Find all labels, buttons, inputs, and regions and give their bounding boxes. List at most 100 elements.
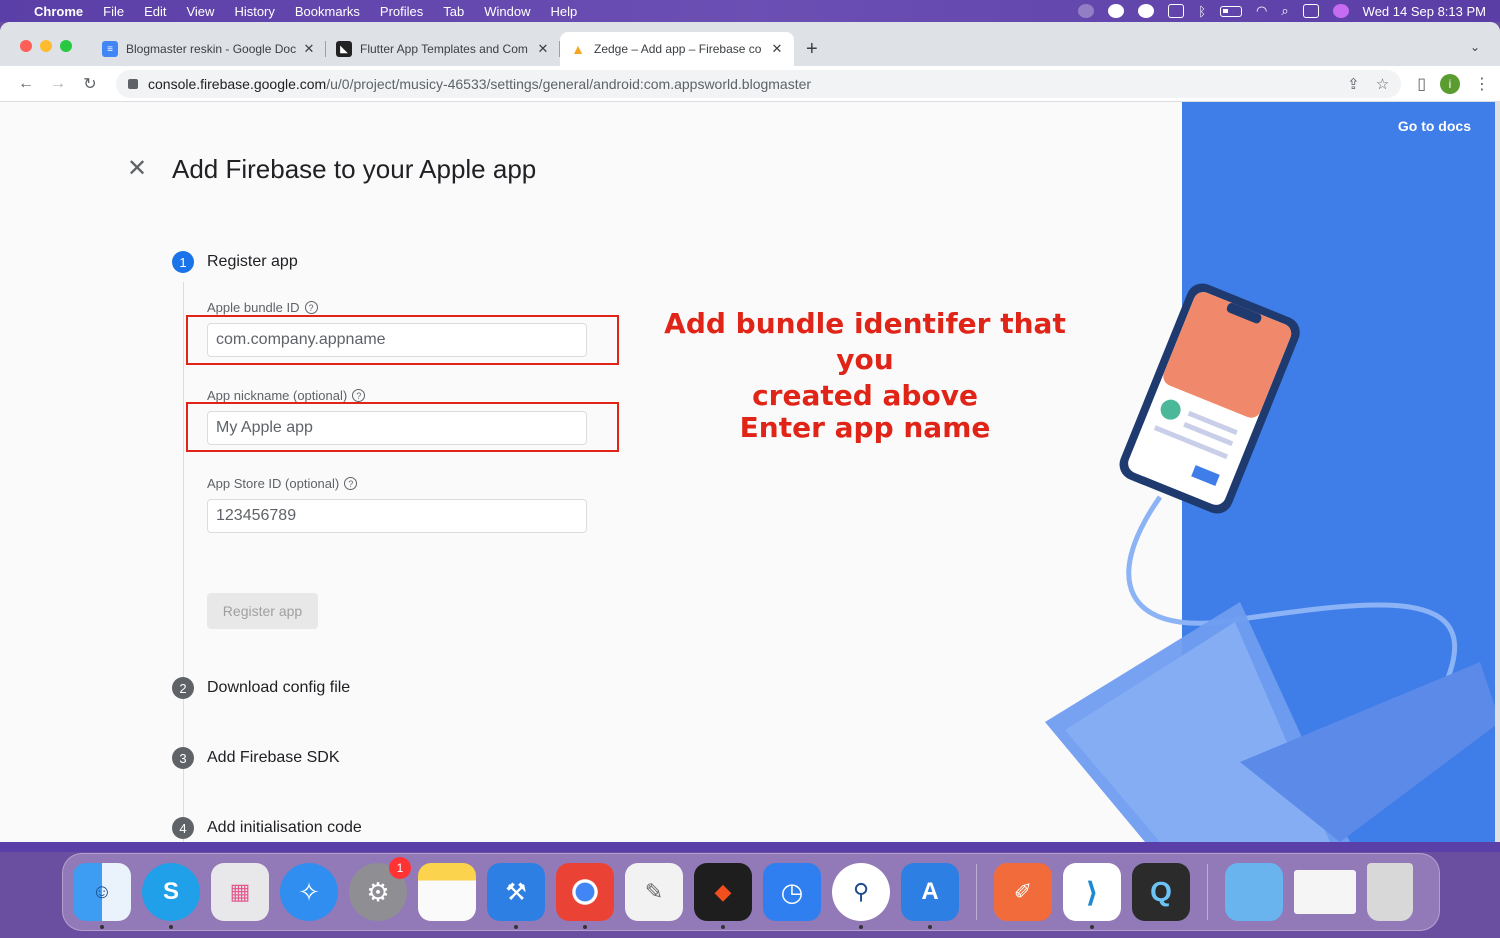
- close-icon[interactable]: ✕: [126, 157, 148, 181]
- app-nickname-label-text: App nickname (optional): [207, 388, 348, 403]
- zoom-window-button[interactable]: [60, 40, 72, 52]
- menu-bookmarks[interactable]: Bookmarks: [295, 4, 360, 19]
- window-controls: [20, 40, 72, 52]
- step-label: Register app: [207, 253, 298, 270]
- annotation-line: created above: [752, 379, 978, 412]
- close-tab-icon[interactable]: ✕: [302, 41, 316, 57]
- downloads-folder-icon[interactable]: [1225, 863, 1283, 921]
- phone-laptop-illustration-icon: [1045, 283, 1500, 842]
- side-panel-icon[interactable]: ▯: [1417, 74, 1426, 94]
- dock-separator: [976, 864, 977, 920]
- step-register-app: 1 Register app: [172, 251, 298, 273]
- notes-icon[interactable]: [418, 863, 476, 921]
- status-app-icon[interactable]: [1108, 4, 1125, 18]
- app-store-id-label: App Store ID (optional) ?: [207, 476, 358, 491]
- kebab-menu-icon[interactable]: ⋮: [1474, 74, 1490, 94]
- help-icon[interactable]: ?: [352, 389, 366, 402]
- menu-tab[interactable]: Tab: [443, 4, 464, 19]
- dock-separator: [1207, 864, 1208, 920]
- bluetooth-icon[interactable]: ᛒ: [1198, 4, 1206, 19]
- step-number: 3: [172, 747, 194, 769]
- screen-record-icon[interactable]: [1078, 4, 1095, 18]
- step-label: Download config file: [207, 679, 351, 696]
- skype-window-thumbnail-icon[interactable]: [1294, 870, 1356, 914]
- chrome-icon[interactable]: [556, 863, 614, 929]
- chrome-window: ≡ Blogmaster reskin - Google Docs ✕ ◣ Fl…: [0, 22, 1500, 842]
- step-number: 4: [172, 817, 194, 839]
- system-preferences-icon[interactable]: ⚙ 1: [349, 857, 411, 921]
- bundle-id-label: Apple bundle ID ?: [207, 300, 318, 315]
- app-store-id-input[interactable]: [207, 499, 587, 533]
- bookmark-star-icon[interactable]: ☆: [1376, 75, 1389, 93]
- share-icon[interactable]: ⇪: [1347, 75, 1360, 93]
- tab-firebase[interactable]: ▲ Zedge – Add app – Firebase co ✕: [560, 32, 794, 66]
- figma-icon[interactable]: ◆: [694, 863, 752, 929]
- register-app-button[interactable]: Register app: [207, 593, 318, 629]
- new-tab-button[interactable]: +: [806, 32, 818, 66]
- go-to-docs-link[interactable]: Go to docs: [1398, 118, 1471, 134]
- url-host: console.firebase.google.com: [148, 75, 327, 92]
- keyboard-icon[interactable]: [1168, 4, 1185, 18]
- page-scrollbar[interactable]: [1495, 102, 1500, 842]
- status-check-icon[interactable]: [1138, 4, 1155, 18]
- notification-badge: 1: [389, 857, 411, 879]
- tab-title: Zedge – Add app – Firebase co: [594, 42, 762, 56]
- menu-help[interactable]: Help: [551, 4, 578, 19]
- app-store-connect-icon[interactable]: A: [901, 863, 959, 929]
- firebase-icon: ▲: [571, 41, 585, 57]
- quicktime-icon[interactable]: Q: [1132, 863, 1190, 921]
- proxyman-icon[interactable]: ◷: [763, 863, 821, 921]
- menu-file[interactable]: File: [103, 4, 124, 19]
- google-docs-icon: ≡: [102, 41, 118, 57]
- forward-arrow-icon[interactable]: →: [42, 70, 74, 98]
- tab-strip: ≡ Blogmaster reskin - Google Docs ✕ ◣ Fl…: [0, 22, 1500, 66]
- lock-icon[interactable]: [128, 78, 138, 89]
- control-center-icon[interactable]: [1302, 4, 1319, 18]
- battery-icon[interactable]: [1220, 5, 1243, 17]
- skype-icon[interactable]: S: [142, 863, 200, 929]
- profile-avatar[interactable]: i: [1440, 73, 1460, 94]
- firebase-add-app-page: ✕ Add Firebase to your Apple app 1 Regis…: [0, 102, 1500, 842]
- launchpad-icon[interactable]: ▦: [211, 863, 269, 921]
- vscode-icon[interactable]: ⟩: [1063, 863, 1121, 929]
- address-bar[interactable]: console.firebase.google.com/u/0/project/…: [116, 69, 1402, 98]
- help-icon[interactable]: ?: [344, 477, 358, 490]
- app-store-id-label-text: App Store ID (optional): [207, 476, 340, 491]
- reload-icon[interactable]: ↻: [74, 70, 106, 98]
- step-download-config: 2 Download config file: [172, 677, 350, 699]
- app-nickname-label: App nickname (optional) ?: [207, 388, 366, 403]
- step-add-sdk: 3 Add Firebase SDK: [172, 747, 340, 769]
- safari-icon[interactable]: ✧: [280, 863, 338, 921]
- finder-icon[interactable]: ☺: [73, 863, 131, 929]
- minimize-window-button[interactable]: [40, 40, 52, 52]
- menu-history[interactable]: History: [234, 4, 274, 19]
- wifi-icon[interactable]: ◠: [1256, 3, 1267, 19]
- postman-icon[interactable]: ✐: [994, 863, 1052, 921]
- menu-clock[interactable]: Wed 14 Sep 8:13 PM: [1363, 4, 1486, 19]
- siri-icon[interactable]: [1332, 4, 1349, 18]
- step-number: 2: [172, 677, 194, 699]
- menu-app-name[interactable]: Chrome: [34, 4, 83, 19]
- bundle-id-label-text: Apple bundle ID: [207, 300, 300, 315]
- spotlight-search-icon[interactable]: ⌕: [1281, 3, 1288, 19]
- menu-window[interactable]: Window: [484, 4, 530, 19]
- background-editor-status-strip: [0, 842, 1500, 852]
- close-window-button[interactable]: [20, 40, 32, 52]
- menu-edit[interactable]: Edit: [144, 4, 166, 19]
- tab-google-docs[interactable]: ≡ Blogmaster reskin - Google Docs ✕: [92, 32, 326, 66]
- step-label: Add Firebase SDK: [207, 749, 340, 766]
- android-studio-icon[interactable]: ⚲: [832, 863, 890, 929]
- help-icon[interactable]: ?: [304, 301, 318, 314]
- back-arrow-icon[interactable]: ←: [10, 70, 42, 98]
- annotation-line: Add bundle identifer that you: [664, 307, 1066, 376]
- tab-search-chevron-icon[interactable]: ⌄: [1470, 40, 1480, 54]
- tab-flutter-templates[interactable]: ◣ Flutter App Templates and Com ✕: [326, 32, 560, 66]
- menu-profiles[interactable]: Profiles: [380, 4, 423, 19]
- close-tab-icon[interactable]: ✕: [770, 41, 784, 57]
- menu-view[interactable]: View: [186, 4, 214, 19]
- trash-icon[interactable]: [1367, 863, 1413, 921]
- close-tab-icon[interactable]: ✕: [536, 41, 550, 57]
- xcode-icon[interactable]: ⚒: [487, 863, 545, 929]
- textedit-icon[interactable]: ✎: [625, 863, 683, 921]
- tab-title: Blogmaster reskin - Google Docs: [126, 42, 296, 56]
